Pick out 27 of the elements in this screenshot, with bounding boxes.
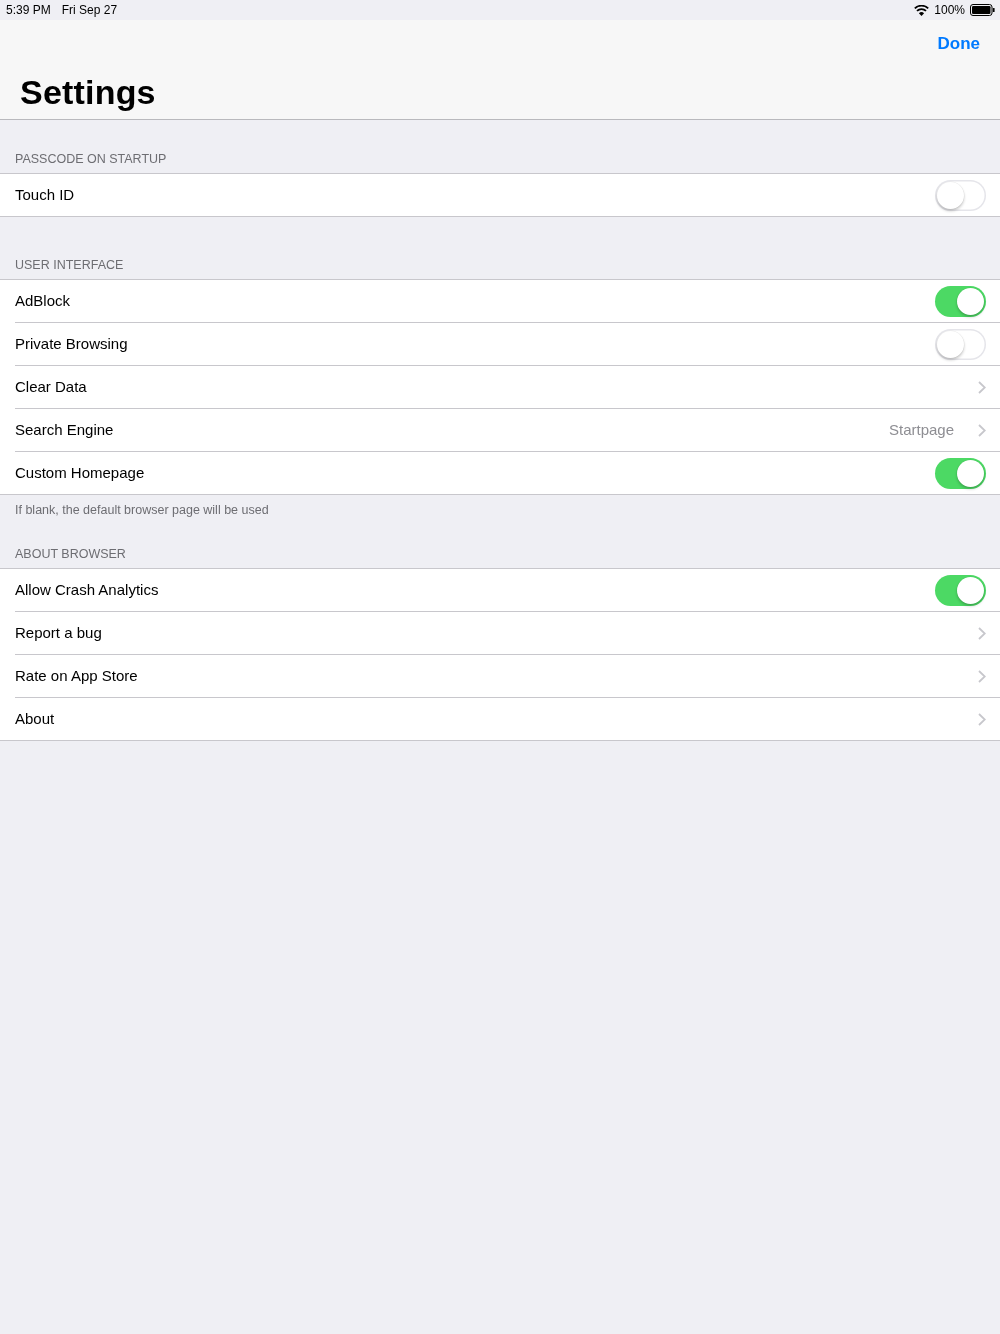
battery-percentage: 100% bbox=[934, 3, 965, 17]
chevron-icon bbox=[978, 423, 986, 437]
chevron-icon bbox=[978, 712, 986, 726]
toggle-switch[interactable] bbox=[935, 574, 986, 606]
toggle-switch[interactable] bbox=[935, 285, 986, 317]
page-title: Settings bbox=[20, 72, 156, 113]
section-header: ABOUT BROWSER bbox=[14, 546, 127, 563]
row-label: Custom Homepage bbox=[15, 464, 146, 482]
row-label: Allow Crash Analytics bbox=[15, 581, 160, 599]
battery-icon bbox=[970, 4, 995, 16]
status-time: 5:39 PM bbox=[6, 3, 51, 17]
toggle-switch[interactable] bbox=[935, 328, 986, 360]
row-label: Private Browsing bbox=[15, 335, 129, 353]
chevron-icon bbox=[978, 380, 986, 394]
wifi-icon bbox=[914, 4, 930, 16]
section-header: PASSCODE ON STARTUP bbox=[14, 151, 168, 168]
chevron-icon bbox=[978, 669, 986, 683]
done-button[interactable]: Done bbox=[937, 33, 980, 55]
status-date: Fri Sep 27 bbox=[61, 3, 118, 17]
section-footer: If blank, the default browser page will be used bbox=[0, 495, 1000, 518]
chevron-icon bbox=[978, 626, 986, 640]
row-label: Touch ID bbox=[15, 186, 76, 204]
row-label: AdBlock bbox=[15, 292, 72, 310]
toggle-switch[interactable] bbox=[935, 179, 986, 211]
row-value: Startpage bbox=[888, 421, 954, 439]
section-header: USER INTERFACE bbox=[14, 257, 125, 274]
toggle-switch[interactable] bbox=[935, 457, 986, 489]
